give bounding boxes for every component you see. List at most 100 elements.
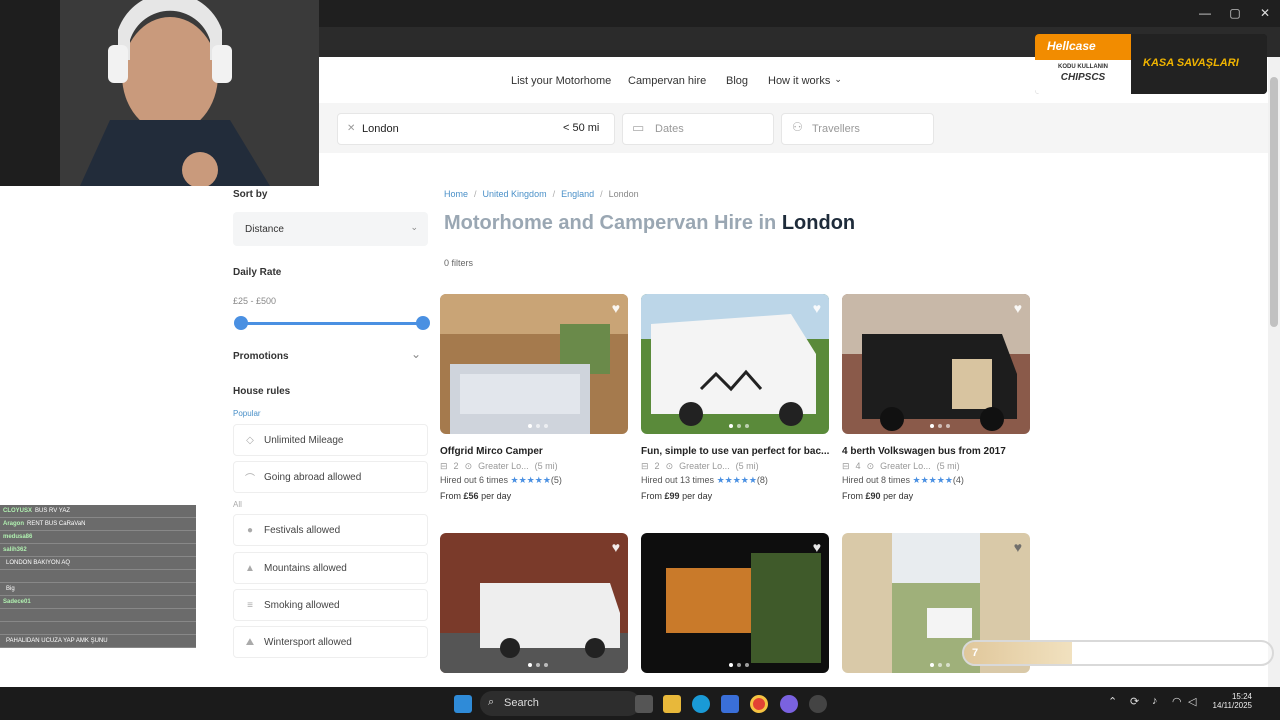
minimize-button[interactable]: —	[1190, 4, 1220, 22]
location-search-field[interactable]: ✕ London < 50 mi	[337, 113, 615, 145]
favorite-heart-icon[interactable]: ♥	[612, 300, 620, 316]
listing-card[interactable]: ♥ 4 berth Volkswagen bus from 2017 ⊟ 4 ⊙ Gr…	[842, 294, 1030, 501]
location-input[interactable]: London	[362, 123, 399, 135]
favorite-heart-icon[interactable]: ♥	[612, 539, 620, 555]
favorite-heart-icon[interactable]: ♥	[813, 539, 821, 555]
clear-icon[interactable]: ✕	[347, 123, 355, 134]
task-view-icon[interactable]	[635, 695, 653, 713]
chat-message: PAHALIDAN UCUZA YAP AMK ŞUNU	[0, 635, 196, 648]
listing-title[interactable]: 4 berth Volkswagen bus from 2017	[842, 446, 1030, 457]
pin-icon: ●	[246, 524, 254, 536]
file-explorer-icon[interactable]	[663, 695, 681, 713]
price-prefix: From	[842, 491, 863, 501]
listing-photo[interactable]: ♥	[641, 294, 829, 434]
subscriber-current: 7	[972, 647, 979, 659]
tray-chevron-icon[interactable]: ⌃	[1108, 695, 1117, 708]
edge-icon[interactable]	[692, 695, 710, 713]
slider-max-handle[interactable]	[416, 316, 430, 330]
chrome-icon[interactable]	[750, 695, 768, 713]
listing-photo[interactable]: ♥	[440, 294, 628, 434]
discord-icon[interactable]	[780, 695, 798, 713]
slider-min-handle[interactable]	[234, 316, 248, 330]
price-suffix: per day	[481, 491, 512, 501]
listing-photo[interactable]: ♥	[842, 294, 1030, 434]
chat-username: CLOYUSX	[3, 508, 33, 514]
dates-field[interactable]: ▭ Dates	[622, 113, 774, 145]
close-window-button[interactable]: ✕	[1250, 4, 1280, 22]
listing-photo[interactable]: ♥	[641, 533, 829, 673]
clock-time: 15:24	[1231, 692, 1252, 701]
subscriber-goal: 20	[1248, 647, 1261, 659]
crumb-london: London	[608, 189, 639, 199]
listing-card[interactable]: ♥	[641, 533, 829, 673]
subscriber-goal-fill	[964, 642, 1072, 664]
rule-wintersport[interactable]: ⛰ Wintersport allowed	[233, 626, 428, 658]
favorite-heart-icon[interactable]: ♥	[1014, 300, 1022, 316]
microphone-icon[interactable]: ♪	[1152, 695, 1158, 707]
sort-value: Distance	[245, 224, 284, 235]
price-value: £99	[664, 491, 680, 501]
taskbar-search[interactable]: Search	[480, 691, 640, 716]
listing-berths: 2	[654, 461, 660, 471]
sponsor-code-box: KODU KULLANIN CHIPSCS	[1035, 60, 1131, 94]
rule-festivals[interactable]: ● Festivals allowed	[233, 514, 428, 546]
nav-how-it-works-label: How it works	[768, 75, 831, 87]
favorite-heart-icon[interactable]: ♥	[813, 300, 821, 316]
listing-photo[interactable]: ♥	[440, 533, 628, 673]
crumb-england[interactable]: England	[561, 189, 594, 199]
sponsor-code: CHIPSCS	[1060, 72, 1106, 83]
sort-select[interactable]: Distance ⌄	[233, 212, 428, 246]
wifi-icon[interactable]: ◠	[1172, 695, 1182, 708]
travellers-field[interactable]: ⚇ Travellers	[781, 113, 934, 145]
favorite-heart-icon[interactable]: ♥	[1014, 539, 1022, 555]
chat-message: Aragon RENT BUS CaRaVaN	[0, 518, 196, 531]
sponsor-brand: Hellcase	[1047, 39, 1096, 53]
rule-mountains[interactable]: ▲ Mountains allowed	[233, 552, 428, 584]
daily-rate-slider[interactable]	[234, 316, 430, 330]
chat-message: salih362	[0, 544, 196, 557]
radius-select[interactable]: < 50 mi	[563, 122, 599, 134]
rule-smoking[interactable]: ≡ Smoking allowed	[233, 589, 428, 621]
taskbar-search-label: Search	[504, 697, 539, 709]
chat-message	[0, 570, 196, 583]
obs-icon[interactable]	[809, 695, 827, 713]
promotions-label[interactable]: Promotions	[233, 351, 289, 362]
filters-count[interactable]: 0 filters	[444, 258, 473, 268]
maximize-button[interactable]: ▢	[1220, 4, 1250, 22]
clock[interactable]: 15:24 14/11/2025	[1208, 692, 1252, 710]
rule-unlimited-mileage[interactable]: ◇ Unlimited Mileage	[233, 424, 428, 456]
hired-count: Hired out 8 times	[842, 475, 911, 485]
rule-going-abroad[interactable]: ⌒ Going abroad allowed	[233, 461, 428, 493]
carousel-dots	[729, 663, 749, 667]
star-rating-icon: ★★★★★	[716, 475, 757, 485]
person-icon: ⚇	[792, 120, 803, 134]
review-count: (4)	[952, 475, 964, 485]
scrollbar-thumb[interactable]	[1270, 77, 1278, 327]
listing-title[interactable]: Fun, simple to use van perfect for bac..…	[641, 446, 829, 457]
listing-card[interactable]: ♥	[440, 533, 628, 673]
price-prefix: From	[440, 491, 461, 501]
listing-card[interactable]: ♥ Fun, simple to use van perfect for bac…	[641, 294, 829, 501]
page-scrollbar[interactable]	[1268, 57, 1280, 687]
volume-icon[interactable]: ◁	[1188, 695, 1196, 708]
listing-title[interactable]: Offgrid Mirco Camper	[440, 446, 628, 457]
sponsor-ad-overlay: Hellcase KODU KULLANIN CHIPSCS KASA SAVA…	[1035, 34, 1267, 94]
nav-campervan-hire[interactable]: Campervan hire	[628, 75, 706, 87]
nav-list-motorhome[interactable]: List your Motorhome	[511, 75, 611, 87]
chevron-down-icon[interactable]: ⌄	[411, 347, 421, 361]
all-label: All	[233, 500, 242, 509]
chat-message: Sadece01	[0, 596, 196, 609]
windows-start-icon[interactable]	[454, 695, 472, 713]
location-pin-icon: ⊙	[464, 461, 473, 471]
sync-icon[interactable]: ⟳	[1130, 695, 1139, 708]
nav-how-it-works[interactable]: How it works ⌄	[768, 74, 842, 88]
listing-card[interactable]: ♥ Offgrid Mirco Camper ⊟ 2 ⊙ Greater Lo... (…	[440, 294, 628, 501]
crumb-home[interactable]: Home	[444, 189, 468, 199]
clock-date: 14/11/2025	[1212, 701, 1252, 710]
listing-meta: ⊟ 2 ⊙ Greater Lo... (5 mi)	[440, 461, 628, 472]
listing-meta: ⊟ 4 ⊙ Greater Lo... (5 mi)	[842, 461, 1030, 472]
store-icon[interactable]	[721, 695, 739, 713]
rule-label: Wintersport allowed	[264, 636, 352, 648]
crumb-uk[interactable]: United Kingdom	[483, 189, 547, 199]
nav-blog[interactable]: Blog	[726, 75, 748, 87]
